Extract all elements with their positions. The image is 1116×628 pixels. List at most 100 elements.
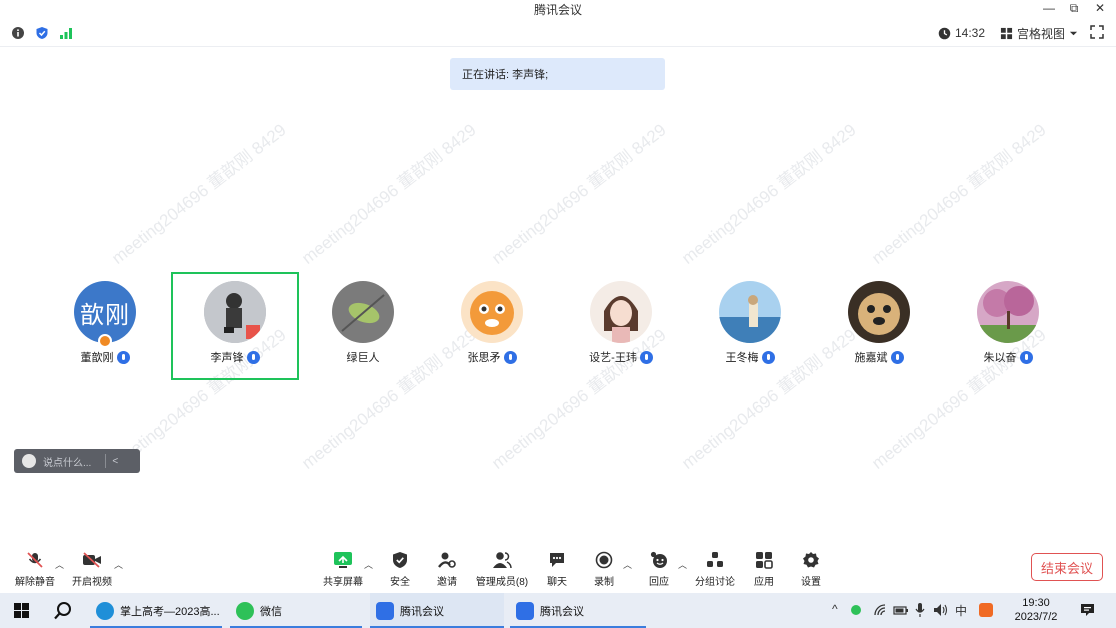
security-label: 安全 (390, 577, 410, 588)
apps-grid-icon (756, 552, 773, 569)
wifi-icon[interactable] (873, 603, 887, 617)
system-clock[interactable]: 19:30 2023/7/2 (1010, 596, 1062, 624)
participant-tile[interactable]: 王冬梅 (686, 272, 814, 380)
meeting-toolbar: 解除静音 ︿ 开启视频 ︿ 共享屏幕 ︿ 安全 邀请 管理成员(8) 聊天 录制… (0, 546, 1116, 592)
watermark: meeting204696 董歆刚 8429 (488, 120, 670, 268)
taskbar-app-label: 掌上高考—2023高... (120, 605, 220, 618)
settings-button[interactable]: 设置 (783, 550, 839, 590)
collapse-chat-icon[interactable]: < (112, 456, 118, 467)
search-icon[interactable] (53, 601, 73, 621)
participant-tile[interactable]: 歆刚 董歆刚 (41, 272, 169, 380)
watermark: meeting204696 董歆刚 8429 (868, 120, 1050, 268)
manage-members-button[interactable]: 管理成员(8) (474, 550, 530, 590)
avatar (590, 281, 652, 343)
participant-tile[interactable]: 设艺-王玮 (557, 272, 685, 380)
info-icon[interactable] (11, 26, 25, 40)
end-meeting-button[interactable]: 结束会议 (1031, 553, 1103, 581)
microphone-icon[interactable] (915, 602, 925, 618)
close-button[interactable]: ✕ (1089, 0, 1111, 16)
taskbar-app-label: 微信 (260, 605, 282, 618)
chevron-up-icon[interactable]: ︿ (114, 558, 123, 571)
grid-view-icon (1000, 27, 1013, 39)
taskbar-app-tencent-meeting[interactable]: 腾讯会议 (510, 593, 646, 628)
manage-members-label: 管理成员(8) (475, 577, 529, 588)
invite-button[interactable]: 邀请 (419, 550, 475, 590)
video-off-icon (83, 552, 101, 568)
emoji-icon[interactable] (22, 454, 36, 468)
start-video-button[interactable]: 开启视频 (64, 550, 120, 590)
clock-date: 2023/7/2 (1014, 611, 1058, 623)
ime-indicator[interactable]: 中 (955, 602, 967, 619)
chevron-up-icon[interactable]: ︿ (55, 558, 64, 571)
chevron-down-icon (1069, 31, 1078, 35)
participant-name: 董歆刚 (80, 352, 114, 364)
breakout-rooms-label: 分组讨论 (695, 577, 735, 588)
record-icon (595, 551, 613, 569)
participant-name: 张思矛 (467, 352, 501, 364)
taskbar-app-label: 腾讯会议 (400, 605, 444, 618)
tray-wechat-icon[interactable] (851, 605, 861, 615)
title-bar: 腾讯会议 — ⧉ ✕ (0, 0, 1116, 18)
avatar (977, 281, 1039, 343)
mic-icon (116, 350, 130, 364)
mic-icon (1019, 350, 1033, 364)
avatar (461, 281, 523, 343)
meeting-timer: 14:32 (938, 25, 985, 41)
breakout-rooms-button[interactable]: 分组讨论 (687, 550, 743, 590)
settings-label: 设置 (801, 577, 821, 588)
participant-name-row: 设艺-王玮 (557, 349, 685, 365)
tencent-meeting-icon (376, 601, 394, 620)
participant-name-row: 朱以奋 (944, 349, 1072, 365)
sogou-input-icon[interactable] (979, 603, 993, 617)
invite-label: 邀请 (437, 577, 457, 588)
volume-icon[interactable] (933, 603, 948, 617)
speaking-indicator: 正在讲话: 李声锋; (450, 58, 665, 90)
share-screen-button[interactable]: 共享屏幕 (315, 550, 371, 590)
share-screen-icon (334, 552, 352, 568)
participant-name: 王冬梅 (725, 352, 759, 364)
start-video-label: 开启视频 (72, 577, 112, 588)
participant-name: 绿巨人 (346, 352, 380, 364)
windows-start-icon[interactable] (14, 603, 29, 618)
watermark: meeting204696 董歆刚 8429 (108, 120, 290, 268)
mic-icon (639, 350, 653, 364)
chat-label: 聊天 (547, 577, 567, 588)
participant-tile[interactable]: 朱以奋 (944, 272, 1072, 380)
restore-button[interactable]: ⧉ (1063, 0, 1085, 16)
participant-name: 朱以奋 (983, 352, 1017, 364)
avatar (848, 281, 910, 343)
participant-tile[interactable]: 张思矛 (428, 272, 556, 380)
unmute-label: 解除静音 (15, 577, 55, 588)
signal-icon[interactable] (59, 26, 73, 40)
mic-icon (503, 350, 517, 364)
minimize-button[interactable]: — (1038, 0, 1060, 16)
view-mode-label: 宫格视图 (1017, 26, 1066, 41)
meeting-status-bar: 14:32 宫格视图 (0, 19, 1116, 47)
invite-user-icon (438, 552, 456, 568)
windows-taskbar: 掌上高考—2023高... 微信 腾讯会议 腾讯会议 ^ 中 19:30 202… (0, 593, 1116, 628)
participant-tile-speaking[interactable]: 李声锋 (171, 272, 299, 380)
tray-chevron-up-icon[interactable]: ^ (832, 602, 838, 616)
participant-tile[interactable]: 绿巨人 (299, 272, 427, 380)
clock-time: 19:30 (1022, 597, 1050, 609)
apps-label: 应用 (754, 577, 774, 588)
security-shield-icon (393, 552, 407, 568)
chat-input-bar[interactable]: 说点什么... < (14, 449, 140, 473)
chevron-up-icon[interactable]: ︿ (678, 558, 687, 571)
battery-icon[interactable] (893, 603, 909, 617)
meeting-time-text: 14:32 (955, 26, 986, 40)
mic-muted-icon (27, 552, 43, 568)
taskbar-app-edge[interactable]: 掌上高考—2023高... (90, 593, 222, 628)
wechat-icon (236, 601, 254, 620)
participant-tile[interactable]: 施嘉斌 (815, 272, 943, 380)
fullscreen-icon[interactable] (1090, 25, 1104, 39)
members-icon (493, 552, 512, 569)
shield-icon[interactable] (35, 26, 49, 40)
taskbar-app-wechat[interactable]: 微信 (230, 593, 362, 628)
notification-icon[interactable] (1080, 603, 1095, 617)
view-mode-dropdown[interactable]: 宫格视图 (1000, 25, 1078, 41)
participant-name: 李声锋 (210, 352, 244, 364)
breakout-icon (707, 552, 723, 567)
taskbar-app-tencent-meeting[interactable]: 腾讯会议 (370, 593, 504, 628)
chat-placeholder: 说点什么... (43, 457, 92, 469)
